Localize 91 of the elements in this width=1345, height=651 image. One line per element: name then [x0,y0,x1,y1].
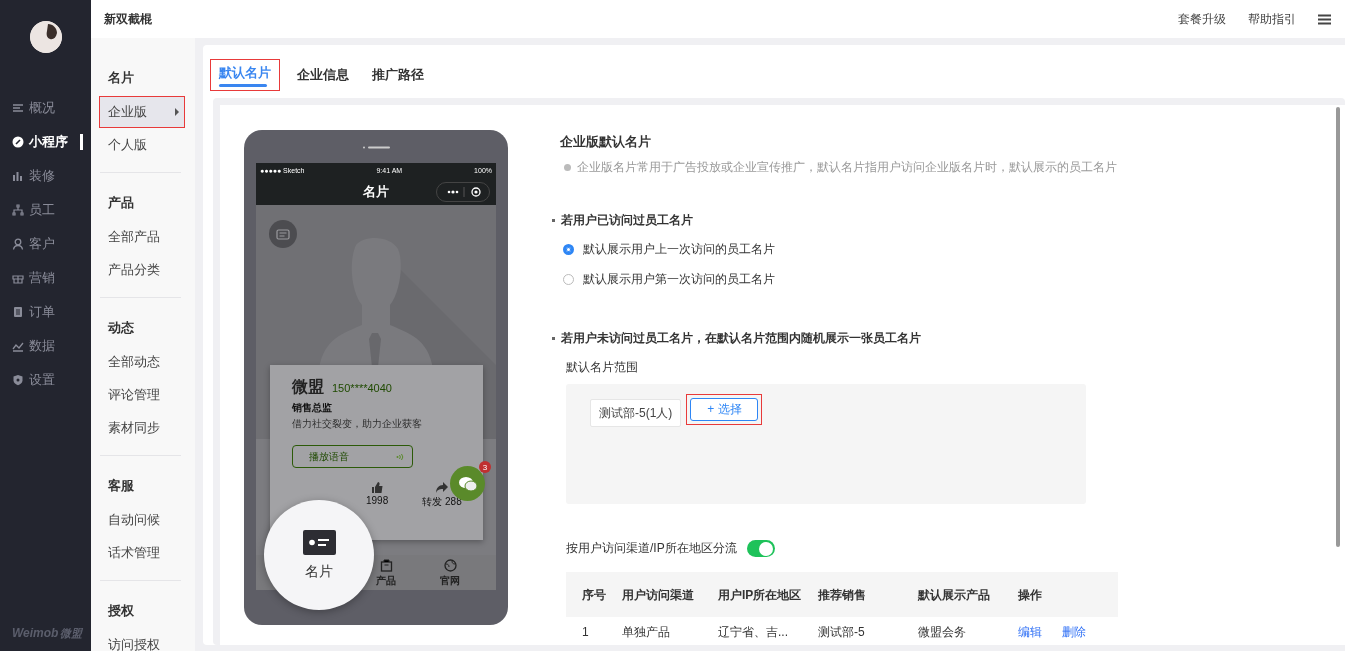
sidebar-item[interactable]: 员工 [0,193,91,227]
screen-title: 名片 [363,182,389,201]
subnav-item[interactable]: 素材同步 [100,413,176,443]
lines-icon [12,102,24,114]
column-header: 序号 [581,586,606,603]
card-phone: 150****4040 [332,381,392,394]
subnav-item[interactable]: 个人版 [100,130,176,160]
subnav-item[interactable]: 全部产品 [100,222,176,252]
card-name: 微盟 [292,377,324,397]
hint-text: 企业版名片常用于广告投放或企业宣传推广，默认名片指用户访问企业版名片时，默认展示的员工名片 [577,159,1117,176]
box-icon [379,559,393,572]
page-title: 新双截棍 [104,10,153,28]
notification-badge: 3 [479,461,491,473]
tab[interactable]: 默认名片 [211,60,279,90]
nav-group-title: 动态 [107,319,135,337]
active-indicator [80,134,83,150]
menu-icon[interactable] [1318,13,1331,25]
nav-group-title: 产品 [107,194,135,212]
subnav-item[interactable]: 自动问候 [100,505,176,535]
table-cell-text: 单独产品 [621,624,671,640]
info-icon [564,164,571,171]
section-heading: 若用户已访问过员工名片 [561,212,693,229]
sidebar-item[interactable]: 小程序 [0,125,91,159]
table-cell-text: 测试部-5 [817,624,866,640]
action-link[interactable]: 编辑 [1018,623,1042,641]
section-heading: 若用户未访问过员工名片，在默认名片范围内随机展示一张员工名片 [561,330,921,347]
nav-group-title: 客服 [107,477,135,495]
share-arrow-icon [436,482,448,493]
bar-chart-icon [12,170,24,182]
subnav-item[interactable]: 访问授权 [100,630,176,651]
voice-button[interactable]: 播放语音 [292,445,413,468]
column-header: 操作 [1017,586,1043,603]
radio-label[interactable]: 默认展示用户第一次访问的员工名片 [583,271,775,288]
nav-group-title: 名片 [107,69,135,87]
subnav-item[interactable]: 全部动态 [100,347,176,377]
column-header: 默认展示产品 [917,586,991,603]
header-link[interactable]: 帮助指引 [1248,10,1296,28]
line-chart-icon [12,340,24,352]
link-icon [12,136,24,148]
sidebar-item[interactable]: 装修 [0,159,91,193]
card-icon [269,220,297,248]
radio-label[interactable]: 默认展示用户上一次访问的员工名片 [583,241,775,258]
like-count: 1998 [366,495,389,506]
phone-tab[interactable]: 官网 [440,555,460,590]
globe-icon [443,559,457,572]
column-header: 用户IP所在地区 [717,586,802,603]
org-chart-icon [12,204,24,216]
toggle-switch[interactable] [746,540,775,557]
radio-button[interactable] [563,244,574,255]
select-button[interactable]: + 选择 [690,398,759,421]
sidebar-item[interactable]: 概况 [0,91,91,125]
sidebar-item[interactable]: 订单 [0,295,91,329]
column-header: 用户访问渠道 [621,586,695,603]
thumbs-up-icon [371,482,384,493]
action-link[interactable]: 删除 [1062,623,1086,641]
table-cell-text: 1 [581,624,590,640]
id-card-icon [302,530,336,555]
phone-tab[interactable]: 产品 [376,555,396,590]
subnav-item[interactable]: 企业版 [100,97,184,127]
card-slogan: 借力社交裂变，助力企业获客 [292,417,423,431]
field-label: 默认名片范围 [566,359,639,376]
subnav-item[interactable]: 话术管理 [100,538,176,568]
department-tag[interactable]: 测试部-5(1人) [590,399,682,427]
avatar[interactable] [29,21,62,53]
table-cell-text: 微盟会务 [917,624,967,640]
subnav-item[interactable]: 产品分类 [100,255,176,285]
tab[interactable]: 推广路径 [362,60,429,90]
tab[interactable]: 企业信息 [287,60,354,90]
section-title: 企业版默认名片 [560,133,652,151]
header-link[interactable]: 套餐升级 [1178,10,1226,28]
document-icon [12,306,24,318]
nav-group-title: 授权 [107,602,135,620]
scrollbar[interactable] [1336,107,1340,547]
column-header: 推荐销售 [817,586,867,603]
person-icon [12,238,24,250]
sidebar-item[interactable]: 设置 [0,363,91,397]
subnav-item[interactable]: 评论管理 [100,380,176,410]
table-cell-text: 辽宁省、吉... [717,624,789,640]
magnified-tab-label: 名片 [305,563,333,581]
speaker-icon [361,146,391,149]
chat-bubbles-icon [457,475,478,492]
sidebar-item[interactable]: 数据 [0,329,91,363]
sound-icon [396,452,404,461]
gift-icon [12,272,24,284]
sidebar-item[interactable]: 客户 [0,227,91,261]
logo-text: Weimob [12,626,59,640]
shield-icon [12,374,24,386]
logo-text: 微盟 [60,626,83,641]
toggle-label: 按用户访问渠道/IP所在地区分流 [566,540,737,557]
card-role: 销售总监 [292,401,333,415]
sidebar-item[interactable]: 营销 [0,261,91,295]
